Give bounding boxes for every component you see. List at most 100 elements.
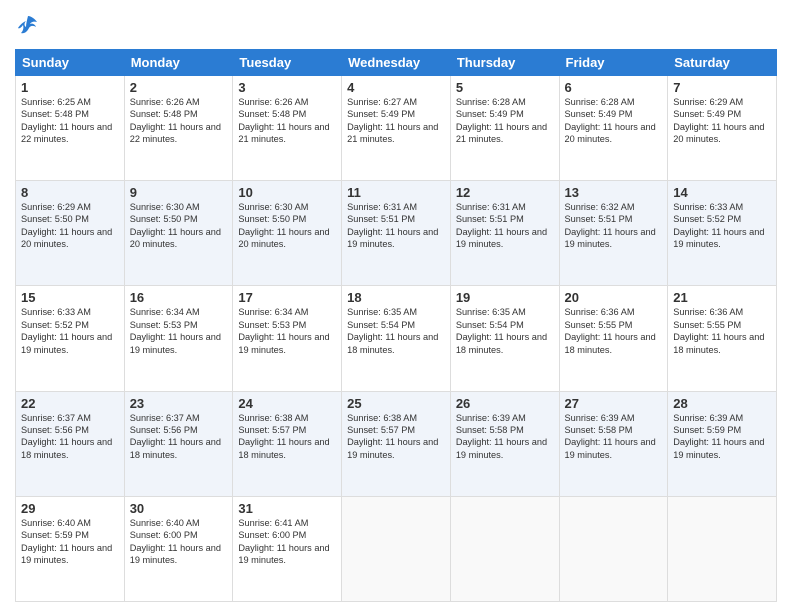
weekday-header-friday: Friday	[559, 49, 668, 75]
day-number: 1	[21, 80, 119, 95]
page: SundayMondayTuesdayWednesdayThursdayFrid…	[0, 0, 792, 612]
calendar-cell: 21Sunrise: 6:36 AMSunset: 5:55 PMDayligh…	[668, 286, 777, 391]
calendar-cell: 17Sunrise: 6:34 AMSunset: 5:53 PMDayligh…	[233, 286, 342, 391]
weekday-header-tuesday: Tuesday	[233, 49, 342, 75]
logo-text	[15, 14, 39, 41]
day-number: 15	[21, 290, 119, 305]
calendar-header-row: SundayMondayTuesdayWednesdayThursdayFrid…	[16, 49, 777, 75]
calendar-cell: 28Sunrise: 6:39 AMSunset: 5:59 PMDayligh…	[668, 391, 777, 496]
day-info: Sunrise: 6:34 AMSunset: 5:53 PMDaylight:…	[238, 306, 336, 356]
calendar-cell: 6Sunrise: 6:28 AMSunset: 5:49 PMDaylight…	[559, 75, 668, 180]
day-number: 22	[21, 396, 119, 411]
day-info: Sunrise: 6:28 AMSunset: 5:49 PMDaylight:…	[565, 96, 663, 146]
calendar-cell: 2Sunrise: 6:26 AMSunset: 5:48 PMDaylight…	[124, 75, 233, 180]
weekday-header-thursday: Thursday	[450, 49, 559, 75]
day-info: Sunrise: 6:39 AMSunset: 5:58 PMDaylight:…	[565, 412, 663, 462]
day-number: 28	[673, 396, 771, 411]
day-number: 29	[21, 501, 119, 516]
day-info: Sunrise: 6:39 AMSunset: 5:59 PMDaylight:…	[673, 412, 771, 462]
calendar-cell: 26Sunrise: 6:39 AMSunset: 5:58 PMDayligh…	[450, 391, 559, 496]
calendar-cell: 3Sunrise: 6:26 AMSunset: 5:48 PMDaylight…	[233, 75, 342, 180]
day-info: Sunrise: 6:26 AMSunset: 5:48 PMDaylight:…	[130, 96, 228, 146]
weekday-header-monday: Monday	[124, 49, 233, 75]
day-info: Sunrise: 6:34 AMSunset: 5:53 PMDaylight:…	[130, 306, 228, 356]
day-info: Sunrise: 6:32 AMSunset: 5:51 PMDaylight:…	[565, 201, 663, 251]
calendar-week-row: 22Sunrise: 6:37 AMSunset: 5:56 PMDayligh…	[16, 391, 777, 496]
calendar-cell: 31Sunrise: 6:41 AMSunset: 6:00 PMDayligh…	[233, 496, 342, 601]
day-info: Sunrise: 6:37 AMSunset: 5:56 PMDaylight:…	[130, 412, 228, 462]
day-number: 16	[130, 290, 228, 305]
day-number: 4	[347, 80, 445, 95]
calendar-cell: 5Sunrise: 6:28 AMSunset: 5:49 PMDaylight…	[450, 75, 559, 180]
day-number: 10	[238, 185, 336, 200]
day-info: Sunrise: 6:31 AMSunset: 5:51 PMDaylight:…	[456, 201, 554, 251]
day-info: Sunrise: 6:26 AMSunset: 5:48 PMDaylight:…	[238, 96, 336, 146]
calendar-cell: 24Sunrise: 6:38 AMSunset: 5:57 PMDayligh…	[233, 391, 342, 496]
day-number: 26	[456, 396, 554, 411]
logo-bird-icon	[17, 14, 39, 36]
day-number: 23	[130, 396, 228, 411]
calendar-cell	[559, 496, 668, 601]
day-number: 2	[130, 80, 228, 95]
day-info: Sunrise: 6:35 AMSunset: 5:54 PMDaylight:…	[456, 306, 554, 356]
day-info: Sunrise: 6:39 AMSunset: 5:58 PMDaylight:…	[456, 412, 554, 462]
calendar-week-row: 8Sunrise: 6:29 AMSunset: 5:50 PMDaylight…	[16, 181, 777, 286]
day-info: Sunrise: 6:40 AMSunset: 6:00 PMDaylight:…	[130, 517, 228, 567]
calendar-cell	[342, 496, 451, 601]
calendar-cell: 12Sunrise: 6:31 AMSunset: 5:51 PMDayligh…	[450, 181, 559, 286]
day-number: 12	[456, 185, 554, 200]
calendar-cell: 20Sunrise: 6:36 AMSunset: 5:55 PMDayligh…	[559, 286, 668, 391]
day-info: Sunrise: 6:40 AMSunset: 5:59 PMDaylight:…	[21, 517, 119, 567]
day-number: 5	[456, 80, 554, 95]
calendar-cell: 4Sunrise: 6:27 AMSunset: 5:49 PMDaylight…	[342, 75, 451, 180]
day-number: 31	[238, 501, 336, 516]
day-number: 6	[565, 80, 663, 95]
calendar-cell: 15Sunrise: 6:33 AMSunset: 5:52 PMDayligh…	[16, 286, 125, 391]
day-info: Sunrise: 6:36 AMSunset: 5:55 PMDaylight:…	[565, 306, 663, 356]
day-info: Sunrise: 6:36 AMSunset: 5:55 PMDaylight:…	[673, 306, 771, 356]
weekday-header-sunday: Sunday	[16, 49, 125, 75]
calendar-cell: 11Sunrise: 6:31 AMSunset: 5:51 PMDayligh…	[342, 181, 451, 286]
day-number: 7	[673, 80, 771, 95]
day-info: Sunrise: 6:25 AMSunset: 5:48 PMDaylight:…	[21, 96, 119, 146]
calendar-cell	[668, 496, 777, 601]
calendar-week-row: 15Sunrise: 6:33 AMSunset: 5:52 PMDayligh…	[16, 286, 777, 391]
calendar-cell: 8Sunrise: 6:29 AMSunset: 5:50 PMDaylight…	[16, 181, 125, 286]
calendar-cell: 30Sunrise: 6:40 AMSunset: 6:00 PMDayligh…	[124, 496, 233, 601]
day-info: Sunrise: 6:29 AMSunset: 5:49 PMDaylight:…	[673, 96, 771, 146]
day-info: Sunrise: 6:30 AMSunset: 5:50 PMDaylight:…	[130, 201, 228, 251]
day-number: 3	[238, 80, 336, 95]
calendar-cell	[450, 496, 559, 601]
calendar-cell: 22Sunrise: 6:37 AMSunset: 5:56 PMDayligh…	[16, 391, 125, 496]
day-number: 19	[456, 290, 554, 305]
calendar-cell: 16Sunrise: 6:34 AMSunset: 5:53 PMDayligh…	[124, 286, 233, 391]
day-number: 11	[347, 185, 445, 200]
calendar-cell: 23Sunrise: 6:37 AMSunset: 5:56 PMDayligh…	[124, 391, 233, 496]
calendar-cell: 10Sunrise: 6:30 AMSunset: 5:50 PMDayligh…	[233, 181, 342, 286]
day-info: Sunrise: 6:28 AMSunset: 5:49 PMDaylight:…	[456, 96, 554, 146]
weekday-header-saturday: Saturday	[668, 49, 777, 75]
header	[15, 10, 777, 41]
day-info: Sunrise: 6:33 AMSunset: 5:52 PMDaylight:…	[21, 306, 119, 356]
calendar-cell: 13Sunrise: 6:32 AMSunset: 5:51 PMDayligh…	[559, 181, 668, 286]
day-number: 8	[21, 185, 119, 200]
day-info: Sunrise: 6:37 AMSunset: 5:56 PMDaylight:…	[21, 412, 119, 462]
calendar-cell: 14Sunrise: 6:33 AMSunset: 5:52 PMDayligh…	[668, 181, 777, 286]
day-info: Sunrise: 6:31 AMSunset: 5:51 PMDaylight:…	[347, 201, 445, 251]
calendar-week-row: 29Sunrise: 6:40 AMSunset: 5:59 PMDayligh…	[16, 496, 777, 601]
day-number: 14	[673, 185, 771, 200]
calendar-cell: 7Sunrise: 6:29 AMSunset: 5:49 PMDaylight…	[668, 75, 777, 180]
day-number: 18	[347, 290, 445, 305]
calendar-cell: 19Sunrise: 6:35 AMSunset: 5:54 PMDayligh…	[450, 286, 559, 391]
calendar-cell: 1Sunrise: 6:25 AMSunset: 5:48 PMDaylight…	[16, 75, 125, 180]
logo	[15, 14, 39, 41]
day-number: 24	[238, 396, 336, 411]
calendar-week-row: 1Sunrise: 6:25 AMSunset: 5:48 PMDaylight…	[16, 75, 777, 180]
calendar-cell: 25Sunrise: 6:38 AMSunset: 5:57 PMDayligh…	[342, 391, 451, 496]
day-info: Sunrise: 6:38 AMSunset: 5:57 PMDaylight:…	[347, 412, 445, 462]
calendar-cell: 29Sunrise: 6:40 AMSunset: 5:59 PMDayligh…	[16, 496, 125, 601]
day-number: 13	[565, 185, 663, 200]
day-info: Sunrise: 6:29 AMSunset: 5:50 PMDaylight:…	[21, 201, 119, 251]
day-number: 30	[130, 501, 228, 516]
day-info: Sunrise: 6:41 AMSunset: 6:00 PMDaylight:…	[238, 517, 336, 567]
